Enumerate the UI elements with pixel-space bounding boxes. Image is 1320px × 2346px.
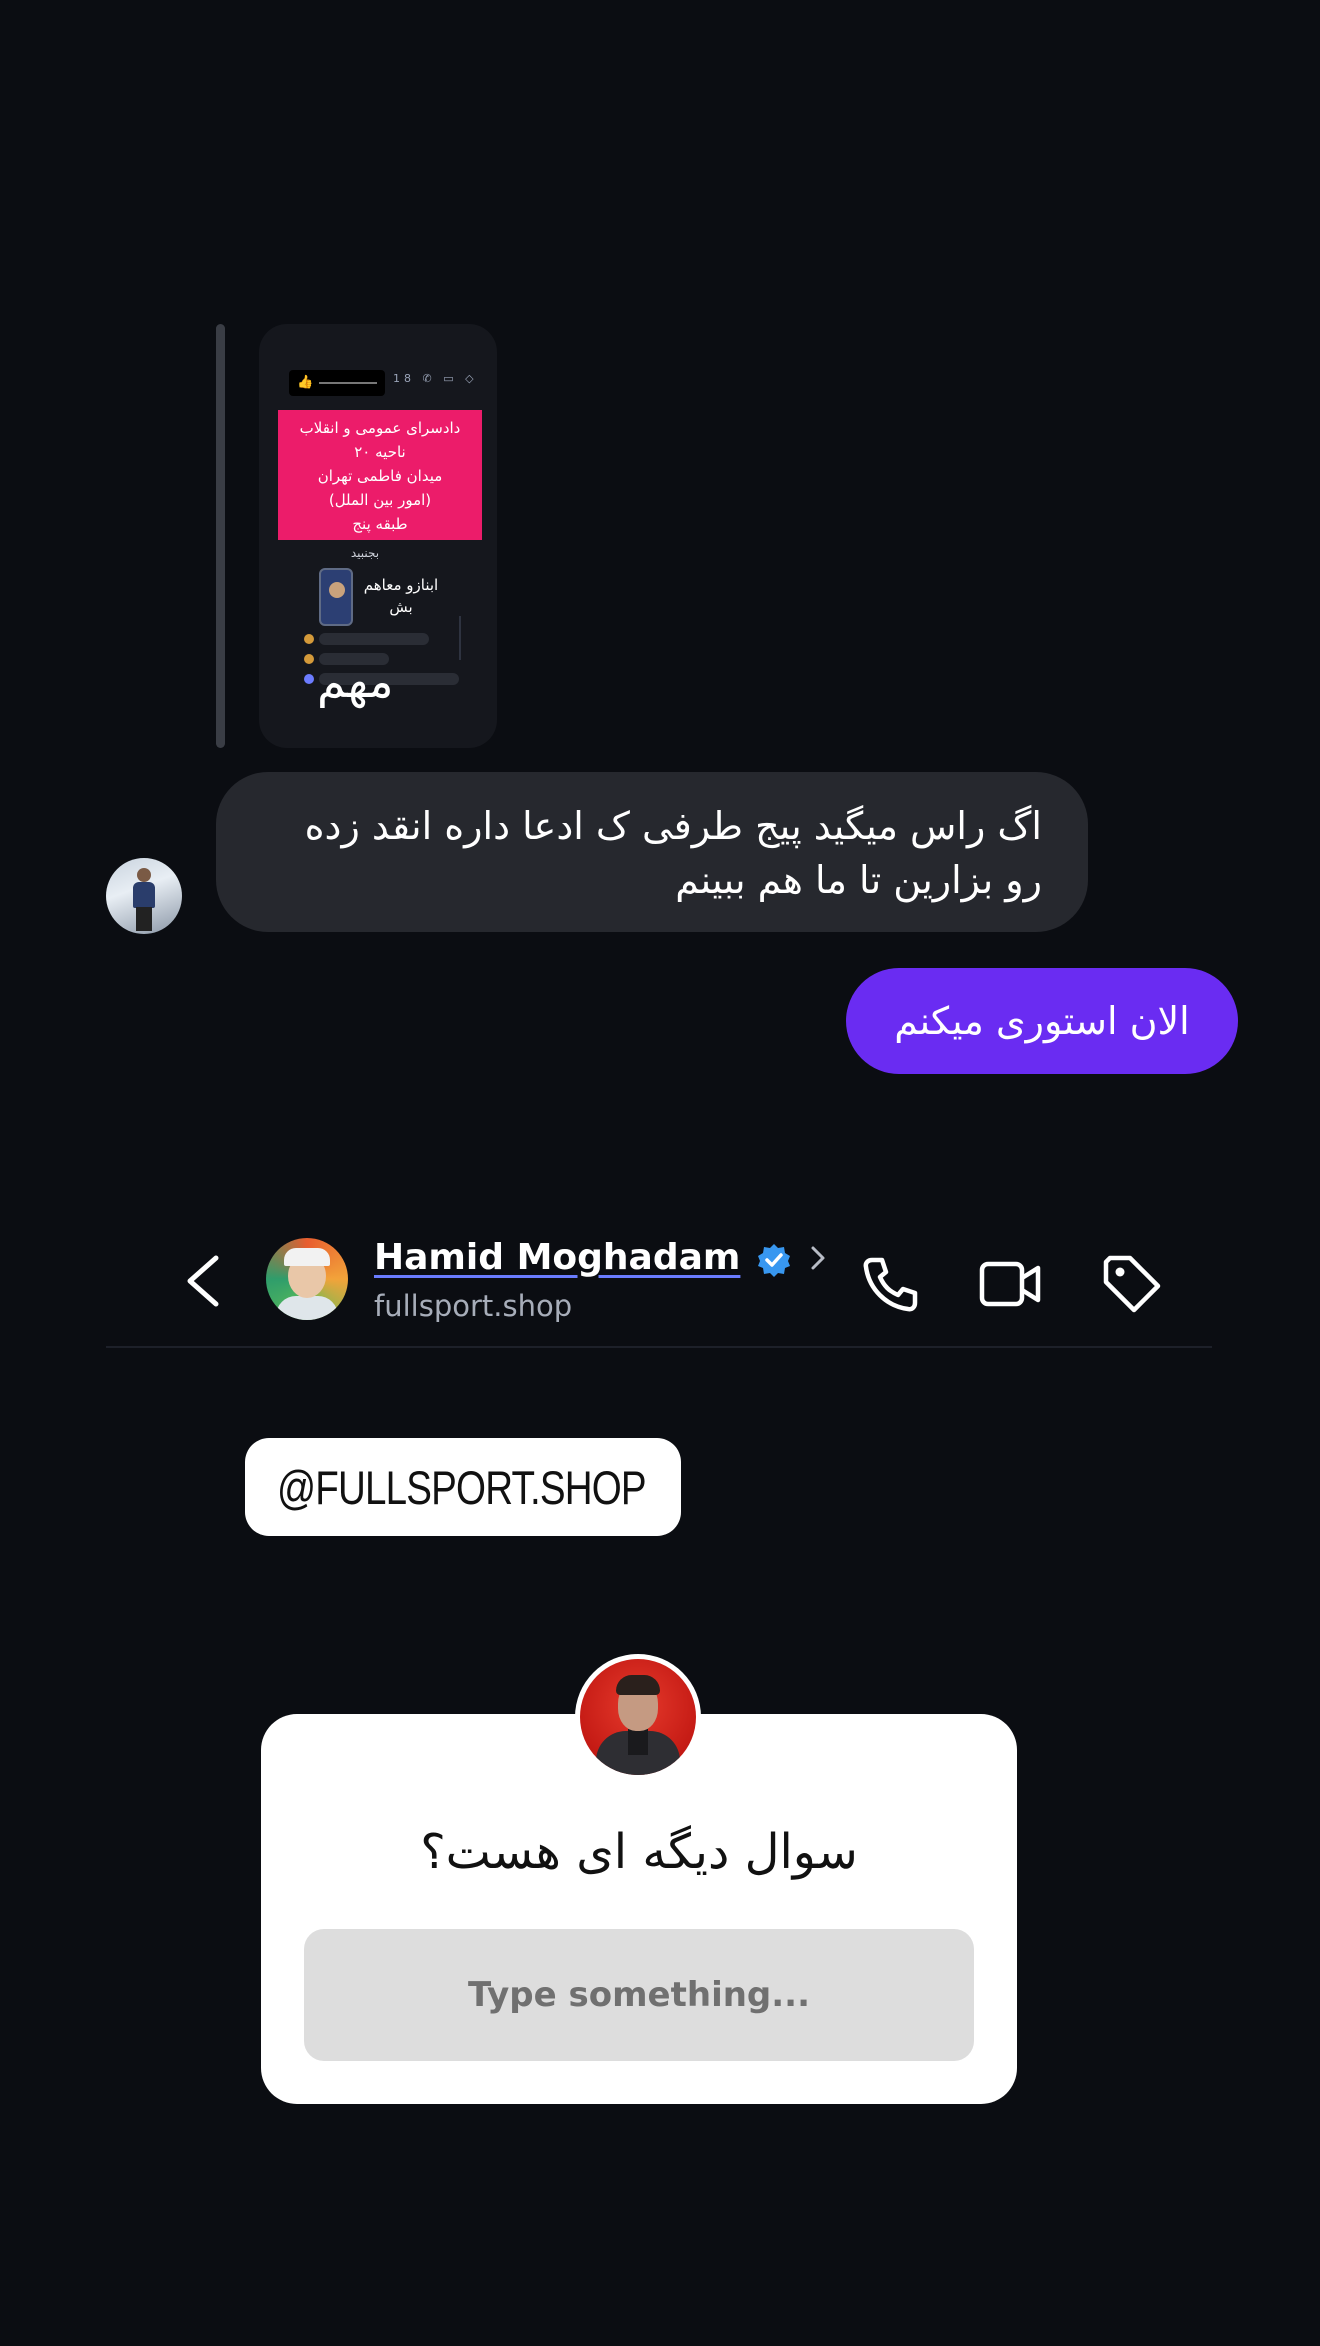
avatar-figure-head	[137, 868, 151, 882]
tag-icon[interactable]	[1100, 1252, 1164, 1316]
thumbnail-caption: بجنبید	[350, 546, 380, 560]
question-answer-input[interactable]: Type something...	[304, 1929, 974, 2061]
back-chevron-icon[interactable]	[180, 1252, 224, 1310]
thumbnail-row	[319, 633, 429, 645]
story-address-card: دادسرای عمومی و انقلاب ناحیه ۲۰ میدان فا…	[278, 410, 482, 540]
mention-handle: @FULLSPORT.SHOP	[277, 1460, 647, 1514]
thumbnail-mini-face	[329, 582, 345, 598]
card-line: ناحیه ۲۰	[354, 443, 406, 461]
profile-name[interactable]: Hamid Moghadam	[374, 1236, 740, 1280]
verified-badge-icon	[758, 1244, 790, 1277]
shared-chat-header: Hamid Moghadam fullsport.shop	[106, 1200, 1212, 1348]
thumbnail-topbar: 👍 18 ✆ ▭ ◇	[289, 370, 474, 396]
card-line: طبقه پنج	[352, 515, 408, 533]
question-owner-avatar	[575, 1654, 701, 1780]
thumbnail-row-avatar	[304, 674, 314, 684]
profile-avatar[interactable]	[266, 1238, 348, 1320]
phone-icon[interactable]	[858, 1252, 922, 1316]
avatar-cap	[284, 1248, 330, 1266]
card-line: دادسرای عمومی و انقلاب	[299, 419, 461, 437]
avatar-figure-legs	[136, 907, 152, 931]
card-line: میدان فاطمی تهران	[317, 467, 443, 485]
thumbnail-script-text: ابنازو معاهم بش	[363, 576, 439, 616]
reply-indicator-bar	[216, 324, 225, 748]
owner-avatar-hair	[616, 1675, 660, 1695]
mention-sticker[interactable]: @FULLSPORT.SHOP	[245, 1438, 681, 1536]
thumbnail-divider	[459, 616, 461, 660]
avatar-shirt	[276, 1296, 338, 1320]
thumbnail-big-text: مهم	[317, 654, 394, 708]
incoming-message-bubble[interactable]: اگ راس میگید پیج طرفی ک ادعا داره انقد ز…	[216, 772, 1088, 932]
owner-avatar-photo	[580, 1659, 696, 1775]
owner-avatar-collar	[628, 1729, 648, 1755]
chevron-right-icon[interactable]	[808, 1244, 828, 1272]
thumbnail-row-avatar	[304, 634, 314, 644]
video-camera-icon[interactable]	[978, 1252, 1042, 1316]
outgoing-message-bubble[interactable]: الان استوری میکنم	[846, 968, 1238, 1074]
profile-username: fullsport.shop	[374, 1289, 573, 1323]
thumbnail-header-icons: 18 ✆ ▭ ◇	[393, 372, 478, 385]
thumbnail-row-avatar	[304, 654, 314, 664]
avatar-figure-body	[133, 882, 155, 908]
question-text: سوال دیگه ای هست؟	[420, 1824, 858, 1880]
sender-avatar[interactable]	[106, 858, 182, 934]
thumbs-up-icon: 👍	[289, 370, 385, 396]
card-line: (امور بین الملل)	[328, 491, 432, 509]
replied-story-thumbnail[interactable]: 👍 18 ✆ ▭ ◇ دادسرای عمومی و انقلاب ناحیه …	[259, 324, 497, 748]
thumbnail-mini-story	[319, 568, 353, 626]
